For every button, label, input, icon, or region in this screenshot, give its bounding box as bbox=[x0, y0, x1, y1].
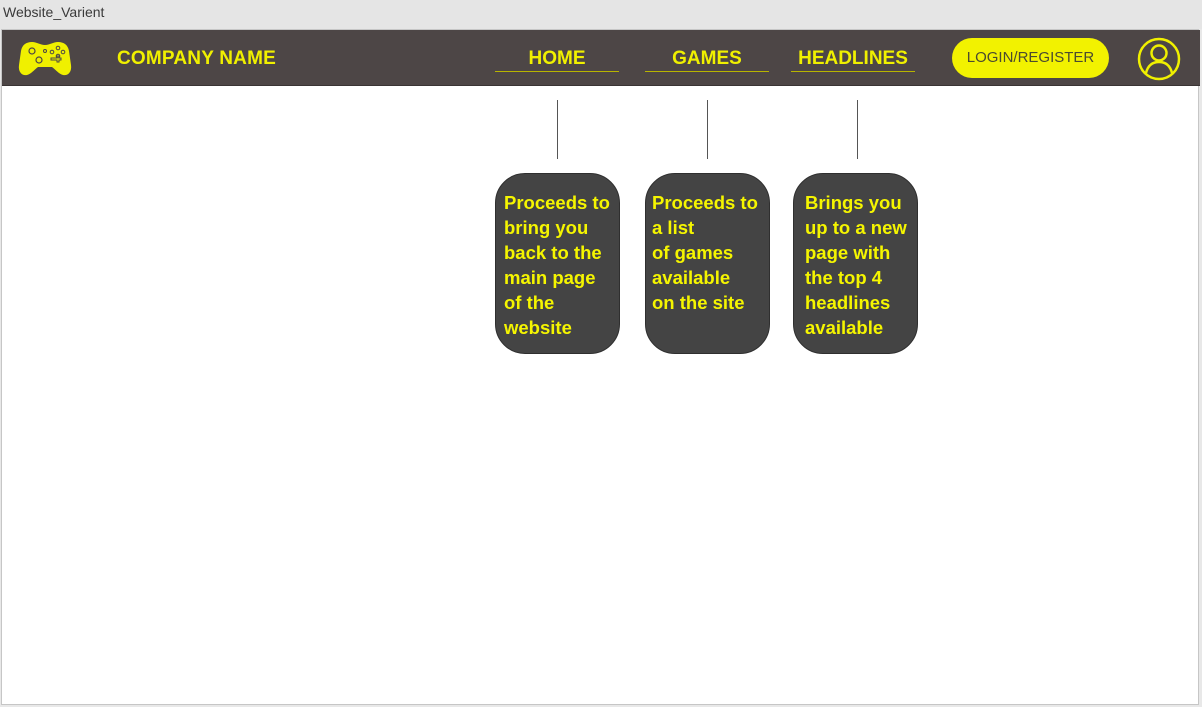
login-register-button[interactable]: LOGIN/REGISTER bbox=[952, 38, 1109, 78]
page-canvas: COMPANY NAME HOME GAMES HEADLINES LOGIN/… bbox=[1, 29, 1200, 705]
connector-games bbox=[707, 100, 708, 159]
connector-headlines bbox=[857, 100, 858, 159]
connector-home bbox=[557, 100, 558, 159]
annotation-headlines: Brings you up to a new page with the top… bbox=[793, 173, 918, 354]
window-titlebar: Website_Varient bbox=[0, 0, 1202, 29]
annotation-games: Proceeds to a list of games available on… bbox=[645, 173, 770, 354]
user-profile-icon[interactable] bbox=[1137, 37, 1181, 81]
nav-headlines[interactable]: HEADLINES bbox=[791, 48, 915, 72]
window-title: Website_Varient bbox=[3, 4, 105, 20]
nav-games[interactable]: GAMES bbox=[645, 48, 769, 72]
nav-home[interactable]: HOME bbox=[495, 48, 619, 72]
annotation-home: Proceeds to bring you back to the main p… bbox=[495, 173, 620, 354]
gamepad-icon[interactable] bbox=[18, 39, 72, 77]
company-name: COMPANY NAME bbox=[117, 48, 276, 69]
top-navbar: COMPANY NAME HOME GAMES HEADLINES LOGIN/… bbox=[2, 30, 1200, 86]
